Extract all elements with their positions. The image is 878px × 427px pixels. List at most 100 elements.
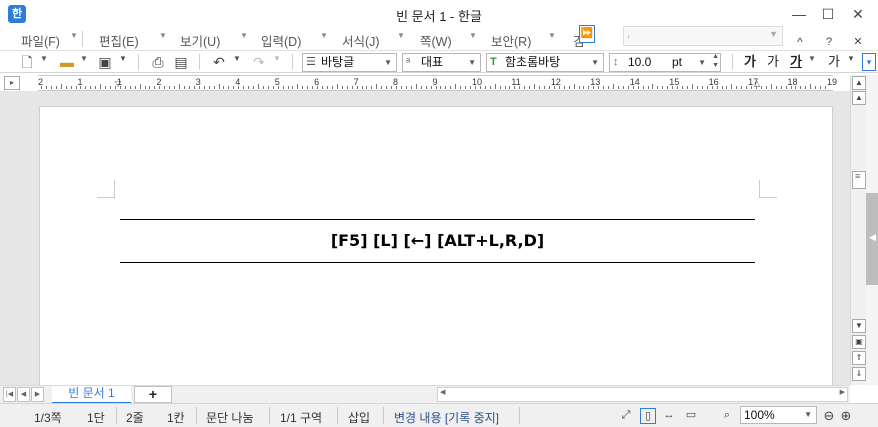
print-preview-icon[interactable]: ▤ bbox=[172, 53, 190, 71]
close-button[interactable]: ✕ bbox=[845, 3, 871, 25]
menu-security[interactable]: 보안(R) bbox=[491, 31, 531, 50]
ruler-tick bbox=[613, 84, 615, 89]
menu-edit[interactable]: 편집(E) bbox=[99, 31, 139, 50]
chevron-down-icon[interactable]: ▼ bbox=[804, 407, 812, 423]
print-icon[interactable]: ⎙ bbox=[149, 53, 167, 71]
tab-document[interactable]: 빈 문서 1 bbox=[52, 386, 131, 404]
font-select[interactable]: T 함초롬바탕 ▼ bbox=[486, 53, 604, 72]
crop-mark-top-right-icon bbox=[759, 180, 777, 198]
open-folder-icon[interactable]: ▬ bbox=[58, 53, 76, 71]
document-text-line[interactable]: [F5] [L] [←] [ALT+L,R,D] bbox=[120, 231, 755, 250]
chevron-down-icon[interactable]: ▼ bbox=[468, 54, 476, 71]
toolbar-overflow-icon[interactable]: ▾ bbox=[862, 53, 876, 71]
chevron-down-icon[interactable]: ▼ bbox=[548, 31, 556, 40]
chevron-down-icon[interactable]: ▼ bbox=[698, 54, 706, 71]
minimize-button[interactable]: — bbox=[786, 3, 812, 25]
width-view-icon[interactable]: ↔ bbox=[661, 408, 677, 424]
chevron-down-icon[interactable]: ▼ bbox=[808, 54, 816, 63]
maximize-button[interactable]: ☐ bbox=[815, 3, 841, 25]
underline-button[interactable]: 가 bbox=[786, 53, 806, 71]
scroll-up-icon[interactable]: ▲ bbox=[852, 91, 866, 105]
undo-icon[interactable]: ↶ bbox=[210, 53, 228, 71]
ruler-corner-button[interactable]: ▸ bbox=[4, 76, 20, 90]
menu-view[interactable]: 보기(U) bbox=[180, 31, 220, 50]
scroll-left-icon[interactable]: ◀ bbox=[440, 388, 445, 396]
ruler-tick bbox=[514, 86, 516, 89]
menu-file[interactable]: 파일(F) bbox=[21, 31, 60, 50]
bold-button[interactable]: 가 bbox=[740, 53, 760, 71]
zoom-out-icon[interactable]: ⊖ bbox=[821, 408, 837, 424]
strikethrough-button[interactable]: 가 bbox=[824, 53, 844, 71]
ruler-tick bbox=[622, 86, 624, 89]
scroll-right-icon[interactable]: ▶ bbox=[840, 388, 845, 396]
previous-page-icon[interactable]: ⇑ bbox=[852, 351, 866, 365]
ruler-tick bbox=[657, 86, 659, 89]
status-track-changes[interactable]: 변경 내용 [기록 중지] bbox=[394, 409, 499, 426]
font-size-stepper[interactable]: ▲ ▼ bbox=[712, 52, 719, 70]
ruler-tick bbox=[223, 86, 225, 89]
next-page-icon[interactable]: ⇓ bbox=[852, 367, 866, 381]
ruler-tick bbox=[75, 86, 77, 89]
chevron-down-icon[interactable]: ▼ bbox=[233, 54, 241, 63]
ruler-tick bbox=[129, 86, 131, 89]
first-tab-icon[interactable]: |◀ bbox=[3, 387, 16, 402]
chevron-down-icon[interactable]: ▼ bbox=[70, 31, 78, 40]
document-page[interactable]: [F5] [L] [←] [ALT+L,R,D] bbox=[39, 106, 833, 385]
save-icon[interactable]: ▣ bbox=[96, 53, 114, 71]
italic-button[interactable]: 가 bbox=[763, 53, 783, 71]
chevron-down-icon[interactable]: ▼ bbox=[397, 31, 405, 40]
zoom-in-icon[interactable]: ⊕ bbox=[838, 408, 854, 424]
style-select[interactable]: ☰ 바탕글 ▼ bbox=[302, 53, 397, 72]
font-size-value[interactable]: 10.0 bbox=[628, 55, 651, 69]
chevron-down-icon[interactable]: ▼ bbox=[119, 54, 127, 63]
side-panel-toggle[interactable]: ◀ bbox=[866, 193, 878, 285]
chevron-down-icon[interactable]: ▼ bbox=[159, 31, 167, 40]
horizontal-ruler[interactable]: 2 1 1 2 3 4 5 6 7 8 9 10 11 12 13 14 15 16 17 18 19 ▽ △ bbox=[38, 75, 837, 91]
ruler-tick bbox=[637, 86, 639, 89]
vertical-scrollbar[interactable]: ▲ ▲ ≡ ▼ ▣ ⇑ ⇓ bbox=[850, 75, 866, 385]
chevron-down-icon[interactable]: ▼ bbox=[273, 54, 281, 63]
scrollbar-thumb[interactable]: ≡ bbox=[852, 171, 866, 189]
chevron-down-icon[interactable]: ▼ bbox=[320, 31, 328, 40]
chevron-down-icon[interactable]: ▼ bbox=[384, 54, 392, 71]
zoom-select[interactable]: 100% ▼ bbox=[740, 406, 817, 424]
menu-search-combo[interactable]: , ▼ bbox=[623, 26, 783, 46]
ruler-tick bbox=[371, 86, 373, 89]
ruler-tick bbox=[706, 86, 708, 89]
page-view-mode-icon[interactable]: ▯ bbox=[640, 408, 656, 424]
font-size-field[interactable]: ↕ 10.0 pt ▼ ▲ ▼ bbox=[609, 53, 721, 72]
scroll-top-icon[interactable]: ▲ bbox=[852, 76, 866, 90]
document-area[interactable]: [F5] [L] [←] [ALT+L,R,D] bbox=[0, 91, 850, 385]
chevron-down-icon[interactable]: ▼ bbox=[240, 31, 248, 40]
scroll-down-icon[interactable]: ▼ bbox=[852, 319, 866, 333]
menu-format[interactable]: 서식(J) bbox=[342, 31, 380, 50]
page-view-icon[interactable]: ▣ bbox=[852, 335, 866, 349]
language-select[interactable]: ᵃ 대표 ▼ bbox=[402, 53, 481, 72]
horizontal-scrollbar[interactable]: ◀ ▶ bbox=[437, 387, 848, 402]
ruler-tick bbox=[331, 86, 333, 89]
ruler-tick bbox=[598, 86, 600, 89]
chevron-down-icon[interactable]: ▼ bbox=[469, 31, 477, 40]
chevron-down-icon[interactable]: ▼ bbox=[769, 29, 778, 39]
menu-more-icon[interactable]: ⏩ bbox=[579, 25, 595, 43]
ruler-tick bbox=[110, 86, 112, 89]
status-insert-mode[interactable]: 삽입 bbox=[348, 409, 370, 426]
fit-page-icon[interactable]: ⤢ bbox=[618, 408, 634, 424]
menu-insert[interactable]: 입력(D) bbox=[261, 31, 301, 50]
chevron-down-icon[interactable]: ▼ bbox=[591, 54, 599, 71]
add-tab-button[interactable]: + bbox=[134, 386, 172, 403]
status-page[interactable]: 1/3쪽 bbox=[34, 409, 62, 426]
previous-tab-icon[interactable]: ◀ bbox=[17, 387, 30, 402]
ruler-tick bbox=[573, 84, 575, 89]
indent-marker-icon[interactable]: △ bbox=[754, 79, 760, 88]
chevron-down-icon[interactable]: ▼ bbox=[40, 54, 48, 63]
multi-page-view-icon[interactable]: ▭ bbox=[683, 408, 699, 424]
redo-icon[interactable]: ↷ bbox=[250, 53, 268, 71]
new-document-icon[interactable]: 🗋 bbox=[18, 53, 36, 71]
menu-page[interactable]: 쪽(W) bbox=[420, 31, 452, 50]
ruler-tick bbox=[479, 86, 481, 89]
indent-marker-icon[interactable]: ▽ bbox=[115, 79, 121, 88]
chevron-down-icon[interactable]: ▼ bbox=[80, 54, 88, 63]
chevron-down-icon[interactable]: ▼ bbox=[847, 54, 855, 63]
next-tab-icon[interactable]: ▶ bbox=[31, 387, 44, 402]
